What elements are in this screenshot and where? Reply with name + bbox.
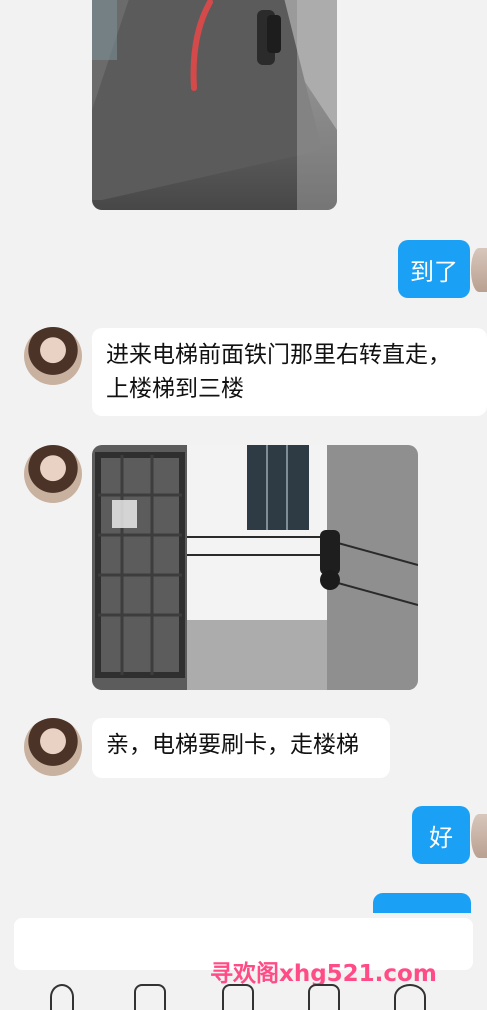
chat-view: 到了 进来电梯前面铁门那里右转直走，上楼梯到三楼 亲，电梯要刷卡，走楼梯 好 寻… <box>0 0 487 1010</box>
outgoing-bubble-2[interactable]: 好 <box>412 806 470 864</box>
chat-photo-entrance[interactable] <box>92 445 418 690</box>
emoji-icon[interactable] <box>394 984 426 1010</box>
photo-alley-top-image <box>92 0 337 210</box>
voice-icon[interactable] <box>50 984 74 1010</box>
composer-toolbar <box>0 984 487 1010</box>
watermark: 寻欢阁xhg521.com <box>210 961 437 987</box>
contact-avatar[interactable] <box>24 445 82 503</box>
self-avatar[interactable] <box>471 814 487 858</box>
outgoing-text-2: 好 <box>429 823 453 852</box>
incoming-text-1: 进来电梯前面铁门那里右转直走，上楼梯到三楼 <box>106 342 451 402</box>
chat-photo-alley-top[interactable] <box>92 0 337 210</box>
incoming-bubble-2[interactable]: 亲，电梯要刷卡，走楼梯 <box>92 718 390 778</box>
file-icon[interactable] <box>308 984 340 1010</box>
image-icon[interactable] <box>134 984 166 1010</box>
camera-icon[interactable] <box>222 984 254 1010</box>
contact-avatar[interactable] <box>24 718 82 776</box>
contact-avatar[interactable] <box>24 327 82 385</box>
outgoing-bubble-partial[interactable] <box>373 893 471 913</box>
photo-entrance-image <box>92 445 418 690</box>
outgoing-bubble-1[interactable]: 到了 <box>398 240 470 298</box>
outgoing-text-1: 到了 <box>410 257 458 286</box>
incoming-text-2: 亲，电梯要刷卡，走楼梯 <box>106 732 359 758</box>
self-avatar[interactable] <box>471 248 487 292</box>
incoming-bubble-1[interactable]: 进来电梯前面铁门那里右转直走，上楼梯到三楼 <box>92 328 487 416</box>
